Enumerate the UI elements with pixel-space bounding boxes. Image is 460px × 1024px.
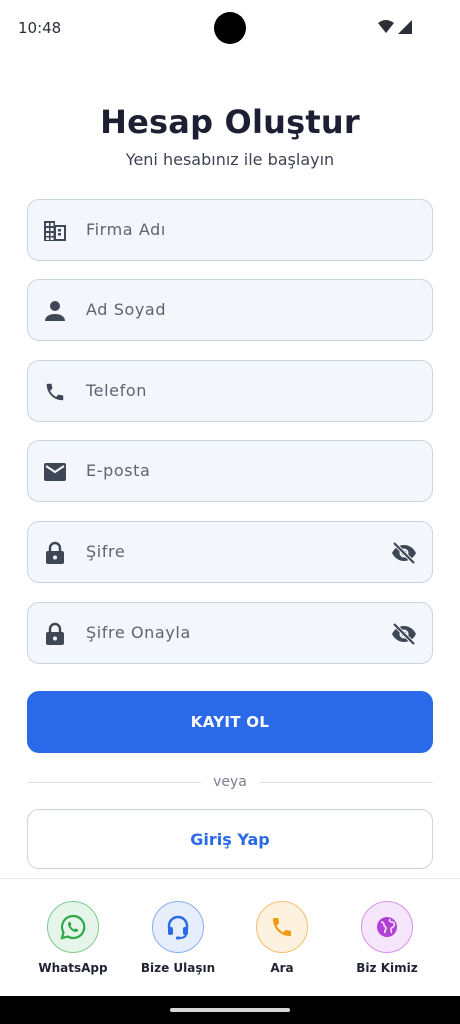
contact-us-label: Bize Ulaşın (140, 961, 216, 975)
visibility-off-icon[interactable] (390, 621, 418, 647)
lock-icon (42, 540, 68, 566)
system-navigation-bar (0, 996, 460, 1024)
company-name-placeholder: Firma Adı (86, 220, 166, 239)
call-label: Ara (270, 961, 294, 975)
whatsapp-icon (47, 901, 99, 953)
home-gesture-pill[interactable] (170, 1008, 290, 1012)
bottom-contact-bar: WhatsApp Bize Ulaşın Ara Biz Kimiz (0, 878, 460, 996)
email-field[interactable]: E-posta (27, 440, 433, 502)
login-button[interactable]: Giriş Yap (27, 809, 433, 869)
headset-icon (152, 901, 204, 953)
confirm-password-field[interactable]: Şifre Onayla (27, 602, 433, 664)
status-icons (378, 20, 412, 34)
register-button[interactable]: KAYIT OL (27, 691, 433, 753)
status-bar: 10:48 (0, 0, 460, 58)
or-divider: veya (27, 772, 434, 792)
contact-us-button[interactable]: Bize Ulaşın (128, 901, 228, 975)
full-name-field[interactable]: Ad Soyad (27, 279, 433, 341)
divider-text: veya (213, 774, 247, 790)
call-button[interactable]: Ara (232, 901, 332, 975)
email-icon (42, 459, 68, 485)
phone-icon (42, 379, 68, 405)
confirm-password-placeholder: Şifre Onayla (86, 623, 191, 642)
company-name-field[interactable]: Firma Adı (27, 199, 433, 261)
password-placeholder: Şifre (86, 542, 126, 561)
email-placeholder: E-posta (86, 461, 151, 480)
phone-icon (256, 901, 308, 953)
register-screen: 10:48 Hesap Oluştur Yeni hesabınız ile b… (0, 0, 460, 1024)
about-us-label: Biz Kimiz (356, 961, 418, 975)
phone-placeholder: Telefon (86, 381, 147, 400)
visibility-off-icon[interactable] (390, 540, 418, 566)
lock-icon (42, 621, 68, 647)
signal-icon (398, 20, 412, 34)
building-icon (42, 218, 68, 244)
globe-icon (361, 901, 413, 953)
page-subtitle: Yeni hesabınız ile başlayın (125, 150, 335, 169)
camera-cutout (214, 12, 246, 44)
whatsapp-label: WhatsApp (38, 961, 108, 975)
divider-line (258, 781, 434, 783)
about-us-button[interactable]: Biz Kimiz (337, 901, 437, 975)
person-icon (42, 298, 68, 324)
password-field[interactable]: Şifre (27, 521, 433, 583)
full-name-placeholder: Ad Soyad (86, 300, 167, 319)
phone-field[interactable]: Telefon (27, 360, 433, 422)
divider-line (27, 781, 202, 783)
wifi-icon (378, 20, 394, 33)
status-time: 10:48 (18, 19, 62, 37)
whatsapp-button[interactable]: WhatsApp (23, 901, 123, 975)
page-title: Hesap Oluştur (100, 103, 360, 141)
